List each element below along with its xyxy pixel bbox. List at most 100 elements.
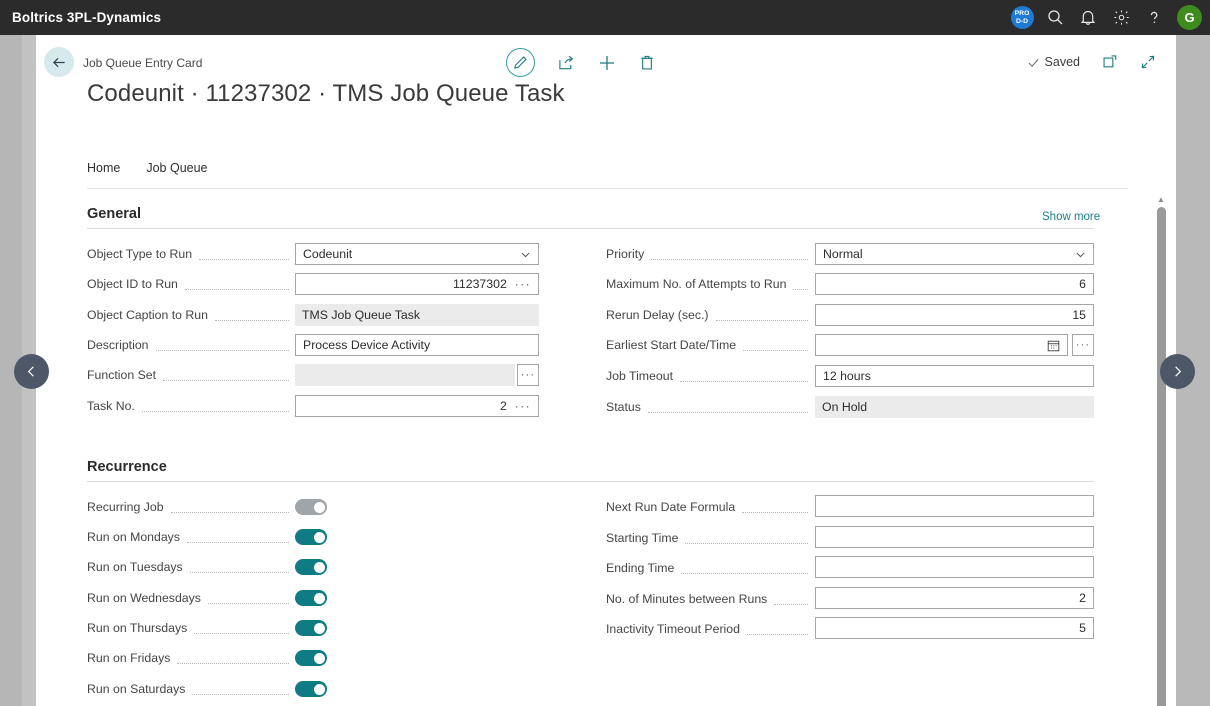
page-title: Codeunit · 11237302 · TMS Job Queue Task: [87, 80, 565, 107]
section-title-general: General: [87, 206, 141, 222]
label-leader-dots: [163, 379, 289, 381]
assist-edit-earliest-start-icon[interactable]: ···: [1072, 334, 1094, 356]
label-text: Run on Thursdays: [87, 621, 188, 635]
form-scrollbar[interactable]: ▲ ▼: [1154, 193, 1168, 706]
toggle-run-on-thursdays[interactable]: [295, 620, 327, 636]
label-leader-dots: [715, 319, 808, 321]
label-text: Run on Saturdays: [87, 682, 186, 696]
tab-home[interactable]: Home: [87, 161, 120, 175]
field-label-object-id-to-run: Object ID to Run: [87, 273, 292, 295]
label-leader-dots: [774, 603, 808, 605]
label-text: Priority: [606, 247, 645, 261]
edit-pencil-icon[interactable]: [506, 48, 535, 77]
section-divider-recurrence: [87, 481, 1094, 482]
user-avatar[interactable]: G: [1177, 5, 1202, 30]
open-in-new-window-icon[interactable]: [1102, 54, 1118, 70]
input-value: 5: [1079, 621, 1086, 635]
collapse-arrows-icon[interactable]: [1140, 54, 1156, 70]
tab-job-queue[interactable]: Job Queue: [146, 161, 207, 175]
toggle-run-on-saturdays[interactable]: [295, 681, 327, 697]
input-description[interactable]: Process Device Activity: [295, 334, 539, 356]
label-text: Status: [606, 400, 641, 414]
toggle-run-on-wednesdays[interactable]: [295, 590, 327, 606]
input-value: Process Device Activity: [303, 338, 431, 352]
section-divider-general: [87, 228, 1094, 229]
label-leader-dots: [177, 662, 289, 664]
share-icon[interactable]: [558, 54, 575, 71]
notification-bell-icon[interactable]: [1073, 3, 1103, 33]
label-leader-dots: [679, 380, 808, 382]
input-priority[interactable]: Normal: [815, 243, 1094, 265]
field-label-object-caption-to-run: Object Caption to Run: [87, 304, 292, 326]
header-status-actions: Saved: [1027, 54, 1156, 70]
label-leader-dots: [793, 288, 808, 290]
label-text: Run on Wednesdays: [87, 591, 201, 605]
show-more-link[interactable]: Show more: [1042, 211, 1100, 223]
chevron-down-icon[interactable]: [520, 249, 531, 260]
label-leader-dots: [215, 319, 289, 321]
scrollbar-thumb[interactable]: [1157, 207, 1166, 706]
label-leader-dots: [170, 511, 289, 513]
label-leader-dots: [199, 258, 289, 260]
breadcrumb[interactable]: Job Queue Entry Card: [83, 56, 202, 70]
input-next-run-date-formula[interactable]: [815, 495, 1094, 517]
toggle-recurring-job[interactable]: [295, 499, 327, 515]
topbar-actions: PRO D-D G: [1007, 0, 1202, 35]
input-object-type-to-run[interactable]: Codeunit: [295, 243, 539, 265]
calendar-icon[interactable]: [1047, 339, 1060, 352]
lookup-ellipsis-icon[interactable]: ···: [515, 400, 531, 412]
input-task-no[interactable]: 2 ···: [295, 395, 539, 417]
label-leader-dots: [194, 632, 289, 634]
input-rerun-delay[interactable]: 15: [815, 304, 1094, 326]
input-value: On Hold: [822, 400, 868, 414]
field-label-ending-time: Ending Time: [606, 557, 811, 579]
environment-badge-line2: D-D: [1015, 17, 1029, 25]
field-label-run-on-tuesdays: Run on Tuesdays: [87, 556, 292, 578]
label-text: Object Type to Run: [87, 247, 193, 261]
label-leader-dots: [192, 693, 289, 695]
input-status: On Hold: [815, 396, 1094, 418]
delete-trash-icon[interactable]: [639, 54, 655, 71]
input-minutes-between-runs[interactable]: 2: [815, 587, 1094, 609]
new-plus-icon[interactable]: [598, 54, 616, 72]
field-label-inactivity-timeout-period: Inactivity Timeout Period: [606, 618, 811, 640]
input-ending-time[interactable]: [815, 556, 1094, 578]
toggle-run-on-tuesdays[interactable]: [295, 559, 327, 575]
input-object-id-to-run[interactable]: 11237302 ···: [295, 273, 539, 295]
page-container: Job Queue Entry Card Codeunit · 11237302…: [36, 35, 1176, 706]
input-value: 2: [1079, 591, 1086, 605]
next-record-button[interactable]: [1160, 354, 1195, 389]
toggle-run-on-mondays[interactable]: [295, 529, 327, 545]
back-arrow-icon[interactable]: [44, 47, 74, 77]
input-maximum-attempts[interactable]: 6: [815, 273, 1094, 295]
help-question-icon[interactable]: [1139, 3, 1169, 33]
label-leader-dots: [155, 349, 289, 351]
field-label-run-on-thursdays: Run on Thursdays: [87, 617, 292, 639]
section-title-recurrence: Recurrence: [87, 459, 167, 475]
label-leader-dots: [647, 411, 808, 413]
field-label-minutes-between-runs: No. of Minutes between Runs: [606, 588, 811, 610]
environment-badge[interactable]: PRO D-D: [1007, 3, 1037, 33]
input-starting-time[interactable]: [815, 526, 1094, 548]
top-navigation-bar: Boltrics 3PL-Dynamics PRO D-D G: [0, 0, 1210, 35]
input-value: Codeunit: [303, 247, 353, 261]
field-label-run-on-mondays: Run on Mondays: [87, 526, 292, 548]
scroll-up-arrow-icon[interactable]: ▲: [1154, 193, 1168, 205]
assist-edit-function-set-icon[interactable]: ···: [517, 364, 539, 386]
label-text: No. of Minutes between Runs: [606, 592, 768, 606]
input-earliest-start[interactable]: [815, 334, 1068, 356]
field-label-recurring-job: Recurring Job: [87, 496, 292, 518]
search-icon[interactable]: [1040, 3, 1070, 33]
previous-record-button[interactable]: [14, 354, 49, 389]
chevron-down-icon[interactable]: [1075, 249, 1086, 260]
input-job-timeout[interactable]: 12 hours: [815, 365, 1094, 387]
field-label-maximum-attempts: Maximum No. of Attempts to Run: [606, 273, 811, 295]
label-leader-dots: [685, 542, 808, 544]
settings-gear-icon[interactable]: [1106, 3, 1136, 33]
input-value: 11237302: [452, 277, 507, 291]
toggle-run-on-fridays[interactable]: [295, 650, 327, 666]
input-inactivity-timeout-period[interactable]: 5: [815, 617, 1094, 639]
save-status: Saved: [1027, 55, 1080, 69]
save-status-label: Saved: [1044, 55, 1080, 69]
lookup-ellipsis-icon[interactable]: ···: [515, 278, 531, 290]
